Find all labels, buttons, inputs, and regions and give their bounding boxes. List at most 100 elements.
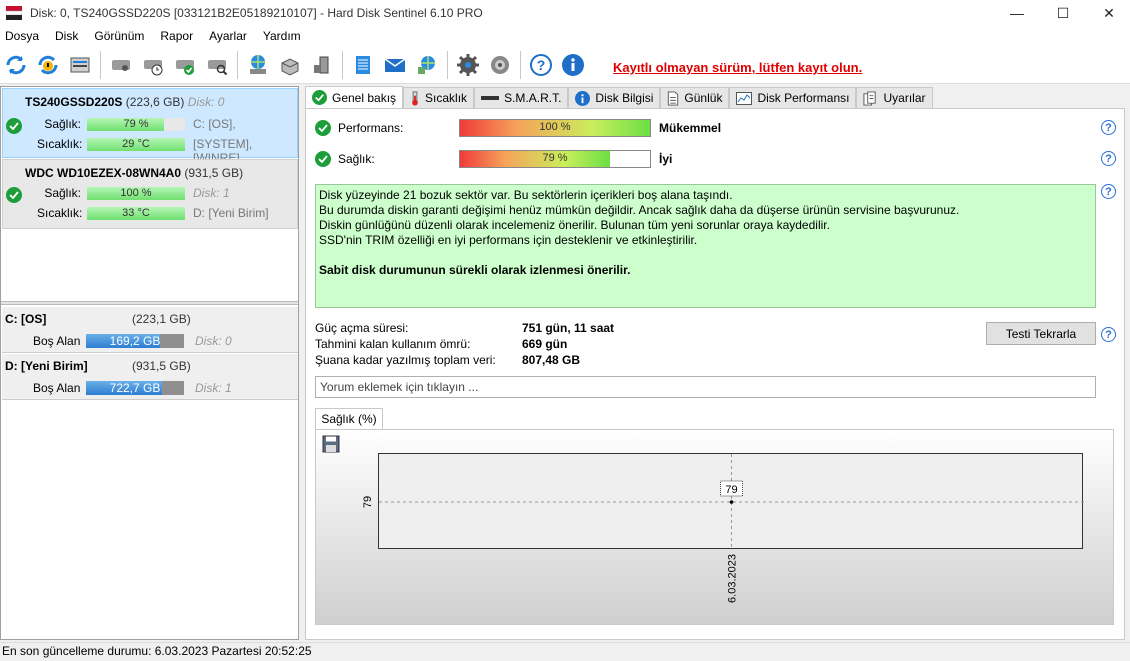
partition-label: D: [Yeni Birim] — [193, 206, 269, 220]
registration-link[interactable]: Kayıtlı olmayan sürüm, lütfen kayıt olun… — [613, 60, 862, 75]
maximize-button[interactable]: ☐ — [1040, 0, 1086, 26]
performance-help-icon[interactable]: ? — [1101, 120, 1116, 135]
menu-dosya[interactable]: Dosya — [0, 29, 50, 43]
info-icon — [575, 90, 591, 106]
volume-size: (931,5 GB) — [132, 359, 191, 373]
menu-yardim[interactable]: Yardım — [258, 29, 312, 43]
panel-splitter[interactable] — [1, 301, 298, 305]
tab-label: Sıcaklık — [425, 91, 468, 105]
check-icon — [312, 90, 327, 105]
free-space-bar: 722,7 GB — [86, 381, 184, 395]
retest-help-icon[interactable]: ? — [1101, 327, 1116, 342]
disk-name: WDC WD10EZEX-08WN4A0 (931,5 GB) — [25, 166, 244, 180]
power-on-label: Güç açma süresi: — [315, 321, 409, 335]
disk-check-icon[interactable] — [172, 52, 198, 78]
menu-rapor[interactable]: Rapor — [155, 29, 204, 43]
network-disk-icon[interactable] — [245, 52, 271, 78]
report-icon[interactable] — [350, 52, 376, 78]
tab-smart[interactable]: S.M.A.R.T. — [474, 87, 569, 108]
tab-label: Disk Bilgisi — [595, 91, 654, 105]
tab-label: Disk Performansı — [757, 91, 850, 105]
free-space-bar: 169,2 GB — [86, 334, 184, 348]
save-icon[interactable] — [322, 435, 340, 453]
comment-input[interactable]: Yorum eklemek için tıklayın ... — [315, 376, 1096, 398]
temperature-label: Sıcaklık: — [37, 206, 83, 220]
message-help-icon[interactable]: ? — [1101, 184, 1116, 199]
settings-gear-icon[interactable] — [455, 52, 481, 78]
health-row: Sağlık: 100 % Disk: 1 — [3, 186, 299, 202]
y-tick-label: 79 — [362, 496, 374, 508]
disk-icon[interactable] — [108, 52, 134, 78]
menu-bar: Dosya Disk Görünüm Rapor Ayarlar Yardım — [0, 26, 1130, 46]
drive-icon[interactable] — [277, 52, 303, 78]
written-value: 807,48 GB — [522, 353, 581, 367]
message-line: SSD'nin TRIM özelliği en iyi performans … — [319, 233, 698, 247]
temperature-bar: 29 °C — [87, 138, 185, 151]
app-window: Disk: 0, TS240GSSD220S [033121B2E0518921… — [0, 0, 1130, 661]
menu-ayarlar[interactable]: Ayarlar — [204, 29, 258, 43]
performance-label: Performans: — [338, 121, 404, 135]
info-icon[interactable] — [560, 52, 586, 78]
x-tick-label: 6.03.2023 — [727, 554, 739, 603]
window-title: Disk: 0, TS240GSSD220S [033121B2E0518921… — [30, 6, 483, 20]
health-label: Sağlık: — [338, 152, 375, 166]
toolbar-separator — [342, 50, 343, 79]
app-icon — [5, 6, 23, 20]
volume-item-c[interactable]: C: [OS] (223,1 GB) Boş Alan 169,2 GB Dis… — [2, 307, 298, 353]
tab-label: Günlük — [684, 91, 723, 105]
lifetime-value: 669 gün — [522, 337, 568, 351]
thermometer-icon — [410, 90, 420, 106]
health-label: Sağlık: — [44, 186, 81, 200]
disk-list-panel: TS240GSSD220S (223,6 GB) Disk: 0 Sağlık:… — [0, 86, 299, 640]
tab-label: Genel bakış — [332, 90, 397, 105]
temperature-bar: 33 °C — [87, 207, 185, 220]
sound-icon[interactable] — [487, 52, 513, 78]
tab-disk-info[interactable]: Disk Bilgisi — [568, 87, 661, 108]
performance-chart-icon — [736, 91, 753, 105]
menu-disk[interactable]: Disk — [50, 29, 89, 43]
data-point — [729, 500, 734, 504]
volume-disk-label: Disk: 0 — [195, 334, 232, 348]
tab-bar: Genel bakış Sıcaklık S.M.A.R.T. Disk Bil… — [305, 86, 933, 108]
free-space-label: Boş Alan — [33, 381, 81, 395]
external-drive-icon[interactable] — [309, 52, 335, 78]
disk-list-icon[interactable] — [67, 52, 93, 78]
volume-name: C: [OS] — [5, 312, 47, 326]
toolbar: ? Kayıtlı olmayan sürüm, lütfen kayıt ol… — [0, 46, 1130, 84]
health-bar: 79 % — [459, 150, 651, 168]
plot-area: 79 79 6.03.2023 — [362, 453, 1084, 603]
health-label: Sağlık: — [44, 117, 81, 131]
minimize-button[interactable]: — — [994, 0, 1040, 26]
title-bar: Disk: 0, TS240GSSD220S [033121B2E0518921… — [0, 0, 1130, 26]
email-icon[interactable] — [382, 52, 408, 78]
tab-alerts[interactable]: Uyarılar — [856, 87, 933, 108]
tab-health-graph[interactable]: Sağlık (%) — [315, 408, 383, 429]
tab-label: S.M.A.R.T. — [504, 91, 562, 105]
message-line: Disk yüzeyinde 21 bozuk sektör var. Bu s… — [319, 188, 733, 202]
close-button[interactable]: ✕ — [1086, 0, 1130, 26]
disk-clock-icon[interactable] — [140, 52, 166, 78]
power-on-value: 751 gün, 11 saat — [522, 321, 615, 335]
overview-panel: Performans: 100 % Mükemmel ? Sağlık: 79 … — [305, 108, 1125, 640]
tab-overview[interactable]: Genel bakış — [305, 86, 404, 108]
tab-log[interactable]: Günlük — [660, 87, 730, 108]
help-icon[interactable]: ? — [528, 52, 554, 78]
disk-item-1[interactable]: WDC WD10EZEX-08WN4A0 (931,5 GB) Sağlık: … — [2, 159, 298, 229]
retest-button[interactable]: Testi Tekrarla — [986, 322, 1096, 345]
volume-item-d[interactable]: D: [Yeni Birim] (931,5 GB) Boş Alan 722,… — [2, 354, 298, 400]
menu-gorunum[interactable]: Görünüm — [89, 29, 155, 43]
health-help-icon[interactable]: ? — [1101, 151, 1116, 166]
refresh-icon[interactable] — [3, 52, 29, 78]
network-report-icon[interactable] — [414, 52, 440, 78]
tab-temperature[interactable]: Sıcaklık — [403, 87, 475, 108]
health-row: Sağlık: 79 % C: [OS], — [3, 117, 299, 133]
chart-svg: 79 79 6.03.2023 — [362, 454, 1084, 603]
health-bar: 100 % — [87, 187, 185, 200]
health-rating: İyi — [659, 152, 673, 166]
volume-name: D: [Yeni Birim] — [5, 359, 88, 373]
temperature-row: Sıcaklık: 29 °C [SYSTEM], [WINRE] — [3, 137, 299, 165]
disk-item-0[interactable]: TS240GSSD220S (223,6 GB) Disk: 0 Sağlık:… — [2, 88, 299, 165]
refresh-warning-icon[interactable] — [35, 52, 61, 78]
tab-disk-performance[interactable]: Disk Performansı — [729, 87, 857, 108]
disk-search-icon[interactable] — [204, 52, 230, 78]
